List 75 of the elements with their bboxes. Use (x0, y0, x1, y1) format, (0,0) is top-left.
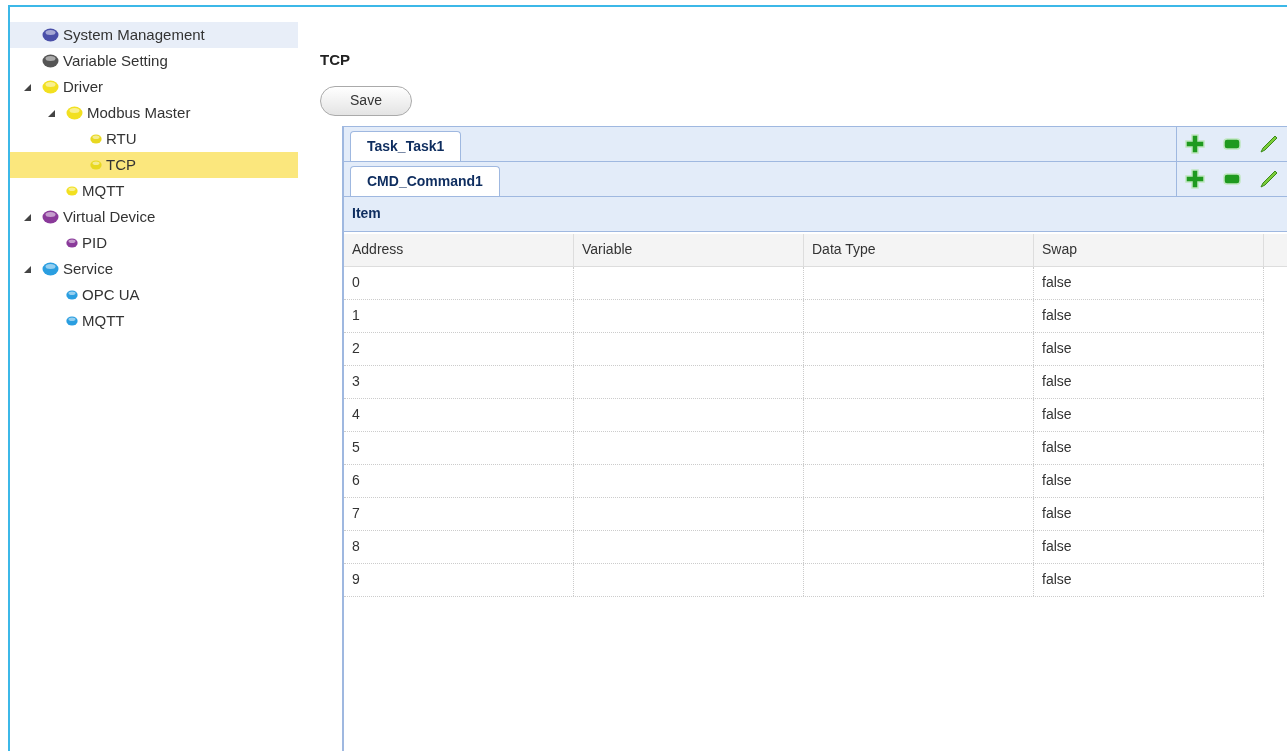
tree-label: Driver (63, 76, 103, 97)
expand-arrow-icon[interactable] (24, 265, 31, 273)
page-title: TCP (320, 50, 351, 70)
save-button[interactable]: Save (320, 85, 412, 116)
tree-label: Service (63, 258, 114, 279)
add-icon[interactable] (1185, 133, 1205, 154)
ball-icon (66, 290, 78, 300)
table-cell: 0 (344, 266, 574, 299)
expand-arrow-icon[interactable] (48, 109, 55, 117)
tree-label: MQTT (82, 310, 125, 331)
tree-label: Modbus Master (87, 102, 191, 123)
ball-icon (66, 238, 78, 248)
tab[interactable]: Task_Task1 (350, 130, 462, 161)
expand-arrow-icon[interactable] (24, 83, 31, 91)
tree-item[interactable]: OPC UA (10, 282, 298, 308)
table-cell: false (1034, 497, 1264, 530)
ball-icon (42, 210, 59, 224)
tree-label: TCP (106, 154, 136, 175)
pencil-icon[interactable] (1259, 168, 1279, 189)
tree-item[interactable]: Service (10, 256, 298, 282)
table-cell: false (1034, 398, 1264, 431)
tree-label: PID (82, 232, 107, 253)
ball-icon (66, 106, 83, 120)
table-cell: 6 (344, 464, 574, 497)
table-cell: 8 (344, 530, 574, 563)
table-cell: 7 (344, 497, 574, 530)
table-cell: false (1034, 464, 1264, 497)
table-cell: 3 (344, 365, 574, 398)
ball-icon (90, 160, 102, 170)
remove-icon[interactable] (1223, 137, 1241, 150)
tree-label: Virtual Device (63, 206, 156, 227)
table-cell: false (1034, 299, 1264, 332)
tree-label: System Management (63, 24, 205, 45)
tab[interactable]: CMD_Command1 (350, 165, 500, 196)
remove-icon[interactable] (1223, 172, 1241, 185)
panel-header: Item (344, 196, 1287, 232)
ball-icon (42, 28, 59, 42)
column-header[interactable]: Variable (574, 233, 804, 266)
column-header[interactable]: Data Type (804, 233, 1034, 266)
table-cell: false (1034, 530, 1264, 563)
tree-item[interactable]: Driver (10, 74, 298, 100)
tree-item[interactable]: TCP (10, 152, 298, 178)
table-cell: false (1034, 431, 1264, 464)
tree-item[interactable]: MQTT (10, 308, 298, 334)
column-header[interactable]: Address (344, 233, 574, 266)
table-cell: 9 (344, 563, 574, 596)
ball-icon (42, 262, 59, 276)
table-cell: 2 (344, 332, 574, 365)
tree-label: MQTT (82, 180, 125, 201)
table-cell: false (1034, 365, 1264, 398)
column-header[interactable]: Swap (1034, 233, 1264, 266)
pencil-icon[interactable] (1259, 133, 1279, 154)
table-cell: false (1034, 266, 1264, 299)
tree-item[interactable]: MQTT (10, 178, 298, 204)
tree-item[interactable]: Virtual Device (10, 204, 298, 230)
ball-icon (66, 316, 78, 326)
tree-label: RTU (106, 128, 137, 149)
ball-icon (42, 54, 59, 68)
table-cell: false (1034, 563, 1264, 596)
expand-arrow-icon[interactable] (24, 213, 31, 221)
table-cell: false (1034, 332, 1264, 365)
tree-item[interactable]: System Management (10, 22, 298, 48)
tree-item[interactable]: RTU (10, 126, 298, 152)
ball-icon (42, 80, 59, 94)
ball-icon (66, 186, 78, 196)
table-cell: 4 (344, 398, 574, 431)
tree-item[interactable]: Modbus Master (10, 100, 298, 126)
table-cell: 1 (344, 299, 574, 332)
tree-item[interactable]: Variable Setting (10, 48, 298, 74)
add-icon[interactable] (1185, 168, 1205, 189)
tree-item[interactable]: PID (10, 230, 298, 256)
table-cell: 5 (344, 431, 574, 464)
tree-label: Variable Setting (63, 50, 168, 71)
tree-label: OPC UA (82, 284, 140, 305)
ball-icon (90, 134, 102, 144)
